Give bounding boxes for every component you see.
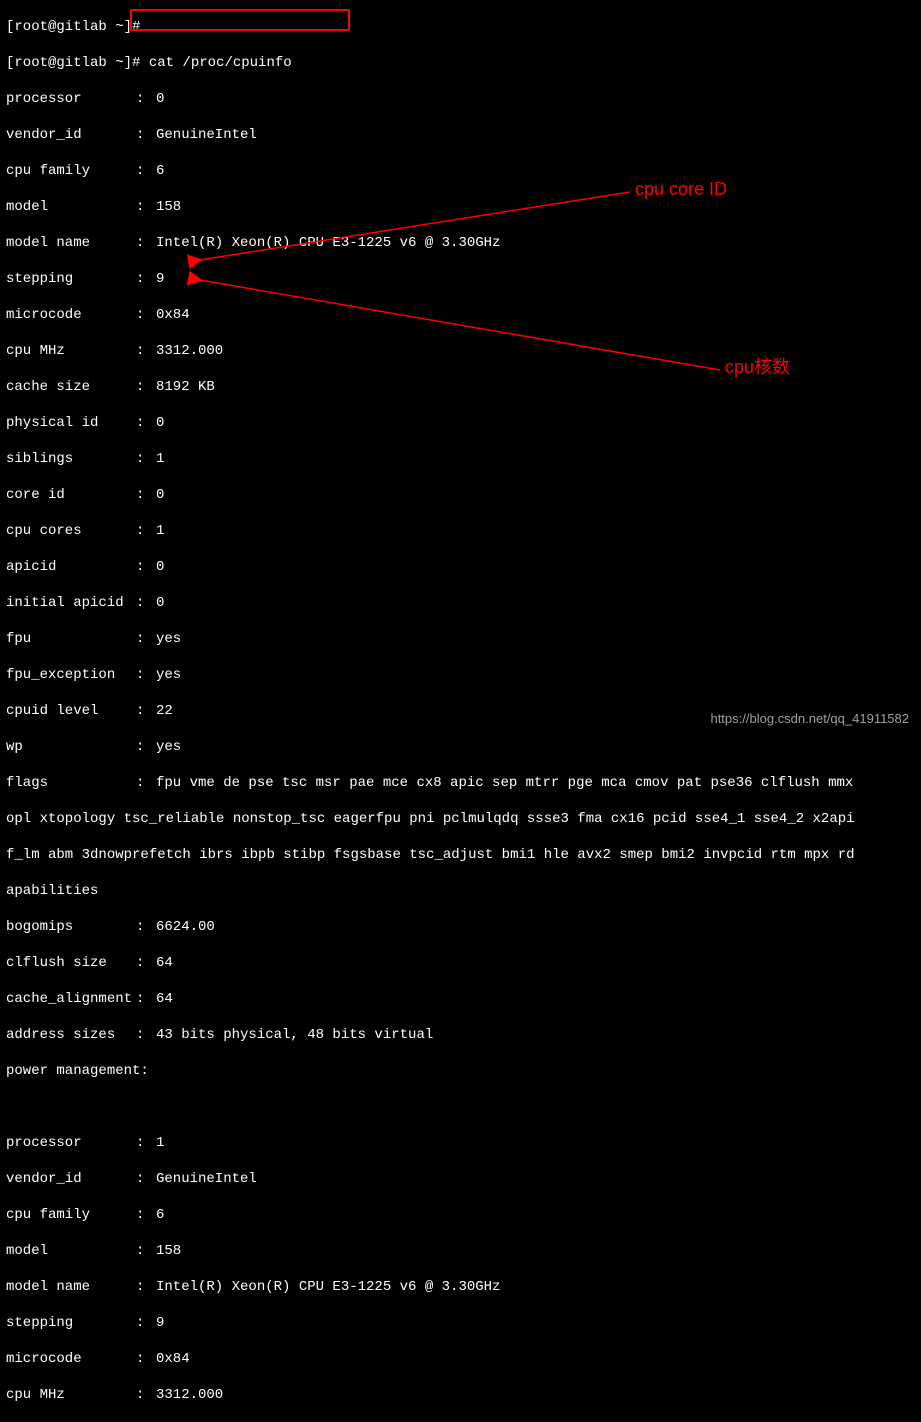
row-power-management: power management: xyxy=(6,1062,915,1080)
row-cpu-mhz: cpu MHz: 3312.000 xyxy=(6,342,915,360)
row-cpu-cores: cpu cores: 1 xyxy=(6,522,915,540)
row-address-sizes: address sizes: 43 bits physical, 48 bits… xyxy=(6,1026,915,1044)
row-initial-apicid: initial apicid: 0 xyxy=(6,594,915,612)
row-model-name-1: model name: Intel(R) Xeon(R) CPU E3-1225… xyxy=(6,1278,915,1296)
row-stepping: stepping: 9 xyxy=(6,270,915,288)
row-model-name: model name: Intel(R) Xeon(R) CPU E3-1225… xyxy=(6,234,915,252)
row-cpu-family: cpu family: 6 xyxy=(6,162,915,180)
prompt: [root@gitlab ~]# xyxy=(6,55,149,71)
row-cache-size: cache size: 8192 KB xyxy=(6,378,915,396)
row-fpu: fpu: yes xyxy=(6,630,915,648)
row-model: model: 158 xyxy=(6,198,915,216)
watermark: https://blog.csdn.net/qq_41911582 xyxy=(710,710,909,728)
row-vendor-id: vendor_id: GenuineIntel xyxy=(6,126,915,144)
row-flags-2: opl xtopology tsc_reliable nonstop_tsc e… xyxy=(6,810,915,828)
prev-prompt: [root@gitlab ~]# xyxy=(6,18,915,36)
row-flags-3: f_lm abm 3dnowprefetch ibrs ibpb stibp f… xyxy=(6,846,915,864)
row-wp: wp: yes xyxy=(6,738,915,756)
row-cache-alignment: cache_alignment: 64 xyxy=(6,990,915,1008)
row-siblings: siblings: 1 xyxy=(6,450,915,468)
row-apicid: apicid: 0 xyxy=(6,558,915,576)
row-physical-id: physical id: 0 xyxy=(6,414,915,432)
blank-line xyxy=(6,1098,915,1116)
row-core-id: core id: 0 xyxy=(6,486,915,504)
row-flags-4: apabilities xyxy=(6,882,915,900)
row-vendor-id-1: vendor_id: GenuineIntel xyxy=(6,1170,915,1188)
row-flags-1: flags: fpu vme de pse tsc msr pae mce cx… xyxy=(6,774,915,792)
command-text: cat /proc/cpuinfo xyxy=(149,55,292,71)
row-cpu-family-1: cpu family: 6 xyxy=(6,1206,915,1224)
row-processor: processor: 0 xyxy=(6,90,915,108)
row-clflush-size: clflush size: 64 xyxy=(6,954,915,972)
row-cpu-mhz-1: cpu MHz: 3312.000 xyxy=(6,1386,915,1404)
row-microcode-1: microcode: 0x84 xyxy=(6,1350,915,1368)
row-processor-1: processor: 1 xyxy=(6,1134,915,1152)
row-stepping-1: stepping: 9 xyxy=(6,1314,915,1332)
row-microcode: microcode: 0x84 xyxy=(6,306,915,324)
row-model-1: model: 158 xyxy=(6,1242,915,1260)
row-bogomips: bogomips: 6624.00 xyxy=(6,918,915,936)
row-fpu-exception: fpu_exception: yes xyxy=(6,666,915,684)
command-line: [root@gitlab ~]# cat /proc/cpuinfo xyxy=(6,54,915,72)
